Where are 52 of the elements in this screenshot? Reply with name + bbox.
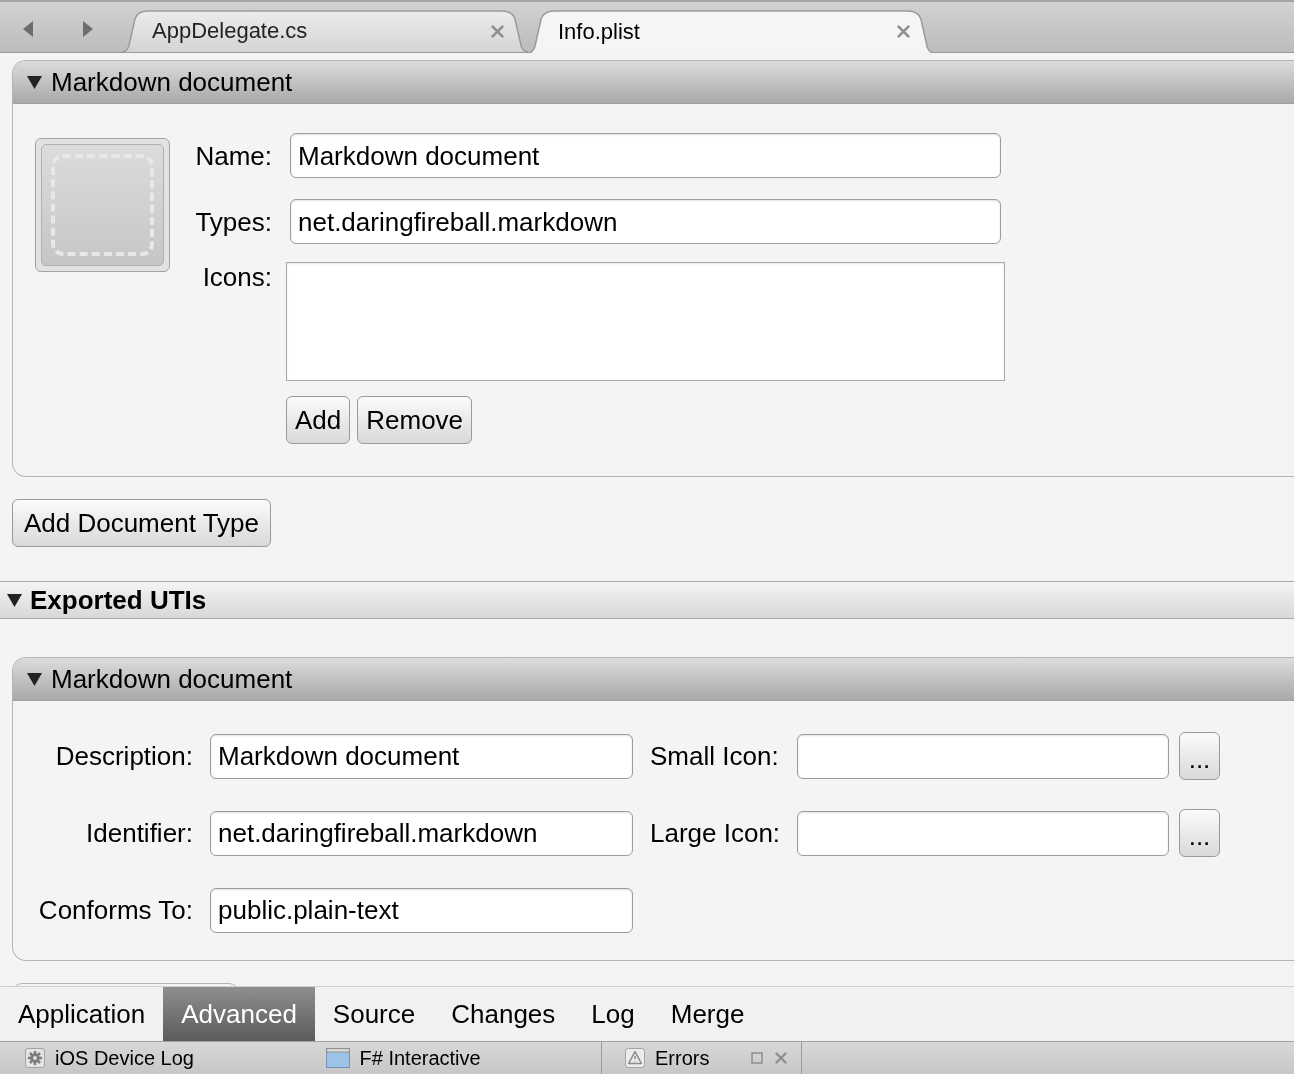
close-icon[interactable] [897,25,910,38]
text-field[interactable]: net.daringfireball.markdown [210,810,633,856]
file-path-field[interactable] [797,810,1169,856]
list-button[interactable]: Add [286,396,351,444]
view-tab[interactable]: Advanced [163,987,315,1041]
view-tab[interactable]: Source [314,987,434,1041]
editor-tab[interactable]: Info.plist [528,10,934,53]
editor-tab[interactable]: AppDelegate.cs [122,10,528,52]
text-field[interactable]: Markdown document [290,133,1001,178]
close-icon[interactable] [775,1052,787,1064]
field-label: Icons: [201,262,272,292]
image-well[interactable] [35,138,170,272]
field-label: Description: [54,743,193,769]
maximize-icon[interactable] [751,1052,763,1064]
warning-icon [625,1048,645,1068]
pad-tab[interactable]: iOS Device Log [0,1042,301,1074]
field-label: Large Icon: [650,820,782,846]
forward-arrow-icon[interactable] [82,20,94,38]
pad-tab[interactable]: F# Interactive [300,1042,601,1074]
field-label: Small Icon: [650,743,780,769]
collapse-triangle-icon[interactable] [27,75,42,89]
file-path-field[interactable] [797,733,1169,779]
list-button[interactable]: Remove [357,396,473,444]
view-tab[interactable]: Application [0,987,164,1041]
text-field[interactable]: public.plain-text [210,887,633,933]
collapse-triangle-icon[interactable] [27,672,42,686]
text-field[interactable]: Markdown document [210,733,633,779]
tab-label: Info.plist [558,20,640,43]
gear-icon [25,1048,45,1068]
section-header[interactable]: Markdown document [13,658,1294,701]
back-arrow-icon[interactable] [22,20,34,38]
field-label: Conforms To: [37,897,193,923]
window-icon [325,1048,350,1068]
tab-label: AppDelegate.cs [152,20,308,42]
field-label: Name: [194,142,272,169]
section-header[interactable]: Markdown document [13,61,1294,104]
add-document-type-button[interactable]: Add Document Type [12,499,271,547]
view-tab[interactable]: Log [573,987,653,1041]
pad-tab[interactable]: Errors [625,1042,710,1074]
close-icon[interactable] [491,24,504,38]
collapse-triangle-icon[interactable] [7,593,22,607]
view-tab[interactable]: Changes [433,987,574,1041]
view-tab[interactable]: Merge [652,987,763,1041]
section-title: Exported UTIs [30,587,207,613]
browse-button[interactable]: ... [1179,732,1220,780]
field-label: Types: [194,208,272,235]
section-header[interactable]: Exported UTIs [0,581,1294,619]
browse-button[interactable]: ... [1179,809,1220,857]
text-field[interactable]: net.daringfireball.markdown [290,199,1001,244]
section-title: Markdown document [51,666,293,692]
section-title: Markdown document [51,69,293,95]
field-label: Identifier: [85,820,193,846]
